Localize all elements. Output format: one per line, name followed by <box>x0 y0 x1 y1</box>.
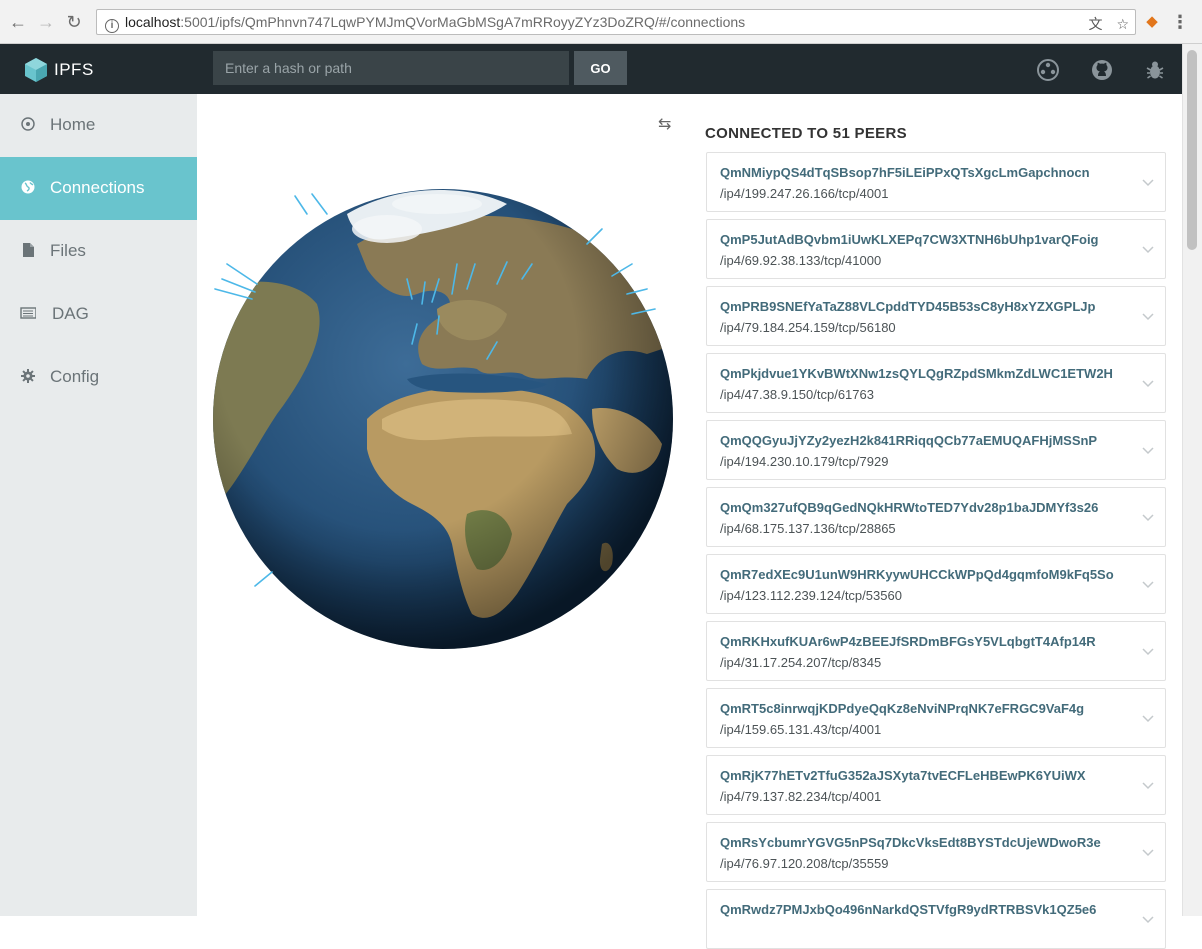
main-content: ⇆ CONNECTED TO 51 PEERS QmNMiypQS4dTqSBs… <box>197 94 1182 949</box>
sidebar-item-label: Connections <box>50 178 145 197</box>
chevron-down-icon[interactable] <box>1141 242 1155 256</box>
peer-id: QmQQGyuJjYZy2yezH2k841RRiqqQCb77aEMUQAFH… <box>720 433 1098 448</box>
logo-text: IPFS <box>54 60 94 79</box>
peer-card[interactable]: QmRwdz7PMJxbQo496nNarkdQSTVfgR9ydRTRBSVk… <box>706 889 1166 949</box>
browser-menu-icon[interactable]: ⋮ <box>1170 12 1190 32</box>
chevron-down-icon[interactable] <box>1141 175 1155 189</box>
sidebar-item-dag[interactable]: DAG <box>0 283 197 346</box>
globe-icon <box>21 180 35 194</box>
reload-icon[interactable]: ↻ <box>62 10 86 34</box>
browser-chrome: ← → ↻ i localhost:5001/ipfs/QmPhnvn747Lqw… <box>0 0 1202 44</box>
sidebar-item-home[interactable]: Home <box>0 94 197 157</box>
url-host: localhost <box>125 14 181 30</box>
chevron-down-icon[interactable] <box>1141 510 1155 524</box>
peer-address: /ip4/79.137.82.234/tcp/4001 <box>720 789 882 804</box>
peer-address: /ip4/31.17.254.207/tcp/8345 <box>720 655 882 670</box>
chevron-down-icon[interactable] <box>1141 577 1155 591</box>
info-icon[interactable]: i <box>105 19 119 33</box>
peer-id: QmRKHxufKUAr6wP4zBEEJfSRDmBFGsY5VLqbgtT4… <box>720 634 1096 649</box>
peer-card[interactable]: QmRT5c8inrwqjKDPdyeQqKz8eNviNPrqNK7eFRGC… <box>706 688 1166 748</box>
forward-arrow-icon[interactable]: → <box>34 10 58 34</box>
peer-id: QmQm327ufQB9qGedNQkHRWtoTED7Ydv28p1baJDM… <box>720 500 1099 515</box>
star-icon[interactable]: ☆ <box>1116 16 1129 32</box>
bug-icon[interactable] <box>1143 58 1167 82</box>
sidebar: Home Connections Files DAG Config <box>0 94 197 916</box>
dag-icon <box>20 307 36 319</box>
peer-card[interactable]: QmPkjdvue1YKvBWtXNw1zsQYLQgRZpdSMkmZdLWC… <box>706 353 1166 413</box>
peer-id: QmNMiypQS4dTqSBsop7hF5iLEiPPxQTsXgcLmGap… <box>720 165 1090 180</box>
chevron-down-icon[interactable] <box>1141 912 1155 926</box>
hash-search-input[interactable] <box>213 51 569 85</box>
sidebar-item-files[interactable]: Files <box>0 220 197 283</box>
peer-id: QmRwdz7PMJxbQo496nNarkdQSTVfgR9ydRTRBSVk… <box>720 902 1097 917</box>
peers-globe[interactable] <box>207 184 687 664</box>
chevron-down-icon[interactable] <box>1141 711 1155 725</box>
peer-id: QmPkjdvue1YKvBWtXNw1zsQYLQgRZpdSMkmZdLWC… <box>720 366 1113 381</box>
back-arrow-icon[interactable]: ← <box>6 10 30 34</box>
peer-card[interactable]: QmNMiypQS4dTqSBsop7hF5iLEiPPxQTsXgcLmGap… <box>706 152 1166 212</box>
peer-card[interactable]: QmR7edXEc9U1unW9HRKyywUHCCkWPpQd4gqmfoM9… <box>706 554 1166 614</box>
peer-id: QmRT5c8inrwqjKDPdyeQqKz8eNviNPrqNK7eFRGC… <box>720 701 1085 716</box>
peer-address: /ip4/159.65.131.43/tcp/4001 <box>720 722 882 737</box>
peer-id: QmP5JutAdBQvbm1iUwKLXEPq7CW3XTNH6bUhp1va… <box>720 232 1099 247</box>
peer-id: QmRsYcbumrYGVG5nPSq7DkcVksEdt8BYSTdcUjeW… <box>720 835 1101 850</box>
peer-id: QmR7edXEc9U1unW9HRKyywUHCCkWPpQd4gqmfoM9… <box>720 567 1114 582</box>
swap-toggle-icon[interactable]: ⇆ <box>658 114 671 134</box>
sidebar-item-label: Files <box>50 241 86 260</box>
peer-address: /ip4/79.184.254.159/tcp/56180 <box>720 320 896 335</box>
scrollbar-thumb[interactable] <box>1187 50 1197 250</box>
file-icon <box>23 243 34 257</box>
peer-address: /ip4/199.247.26.166/tcp/4001 <box>720 186 889 201</box>
github-icon[interactable] <box>1090 58 1114 82</box>
peer-address: /ip4/68.175.137.136/tcp/28865 <box>720 521 896 536</box>
sidebar-item-config[interactable]: Config <box>0 346 197 409</box>
gear-icon <box>21 369 35 383</box>
address-bar[interactable]: i localhost:5001/ipfs/QmPhnvn747LqwPYMJmQ… <box>96 9 1136 35</box>
peer-card[interactable]: QmRsYcbumrYGVG5nPSq7DkcVksEdt8BYSTdcUjeW… <box>706 822 1166 882</box>
peer-address: /ip4/123.112.239.124/tcp/53560 <box>720 588 902 603</box>
go-button[interactable]: GO <box>574 51 627 85</box>
peer-id: QmPRB9SNEfYaTaZ88VLCpddTYD45B53sC8yH8xYZ… <box>720 299 1096 314</box>
chevron-down-icon[interactable] <box>1141 644 1155 658</box>
chevron-down-icon[interactable] <box>1141 376 1155 390</box>
sidebar-item-label: Home <box>50 115 96 134</box>
fox-extension-icon[interactable]: ◆ <box>1142 12 1162 32</box>
ipfs-logo[interactable]: IPFS <box>24 57 104 82</box>
chevron-down-icon[interactable] <box>1141 309 1155 323</box>
app-header: IPFS GO <box>0 44 1182 94</box>
peer-card[interactable]: QmPRB9SNEfYaTaZ88VLCpddTYD45B53sC8yH8xYZ… <box>706 286 1166 346</box>
chevron-down-icon[interactable] <box>1141 443 1155 457</box>
peer-card[interactable]: QmQm327ufQB9qGedNQkHRWtoTED7Ydv28p1baJDM… <box>706 487 1166 547</box>
cube-logo-icon <box>25 58 47 82</box>
chevron-down-icon[interactable] <box>1141 778 1155 792</box>
chevron-down-icon[interactable] <box>1141 845 1155 859</box>
peer-card[interactable]: QmRjK77hETv2TfuG352aJSXyta7tvECFLeHBEwPK… <box>706 755 1166 815</box>
sidebar-item-connections[interactable]: Connections <box>0 157 197 220</box>
peer-card[interactable]: QmRKHxufKUAr6wP4zBEEJfSRDmBFGsY5VLqbgtT4… <box>706 621 1166 681</box>
peer-address: /ip4/69.92.38.133/tcp/41000 <box>720 253 882 268</box>
peer-id: QmRjK77hETv2TfuG352aJSXyta7tvECFLeHBEwPK… <box>720 768 1086 783</box>
translate-icon[interactable]: 文 <box>1089 16 1103 32</box>
sidebar-item-label: Config <box>50 367 100 386</box>
dweb-globe-icon[interactable] <box>1036 58 1060 82</box>
peer-address: /ip4/76.97.120.208/tcp/35559 <box>720 856 889 871</box>
peer-card[interactable]: QmQQGyuJjYZy2yezH2k841RRiqqQCb77aEMUQAFH… <box>706 420 1166 480</box>
home-icon <box>21 117 35 131</box>
sidebar-item-label: DAG <box>52 304 89 323</box>
url-path: :5001/ipfs/QmPhnvn747LqwPYMJmQVorMaGbMSg… <box>180 14 746 30</box>
page-scrollbar[interactable] <box>1182 44 1202 916</box>
peer-card[interactable]: QmP5JutAdBQvbm1iUwKLXEPq7CW3XTNH6bUhp1va… <box>706 219 1166 279</box>
peer-address: /ip4/47.38.9.150/tcp/61763 <box>720 387 874 402</box>
peers-count-title: CONNECTED TO 51 PEERS <box>705 125 907 142</box>
peer-address: /ip4/194.230.10.179/tcp/7929 <box>720 454 889 469</box>
